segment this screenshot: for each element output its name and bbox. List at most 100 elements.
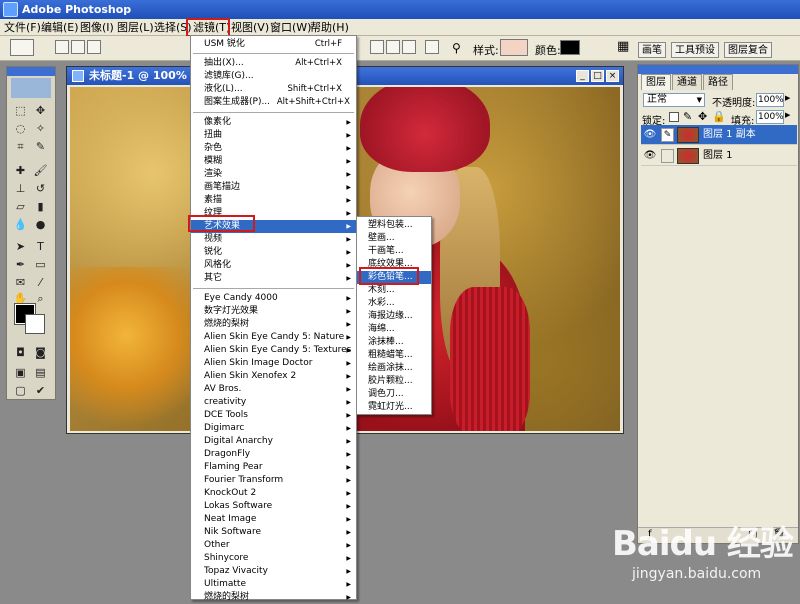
menu-item-plugin[interactable]: KnockOut 2 ▶ (191, 487, 356, 500)
palette-icon[interactable]: ▦ (617, 39, 629, 54)
tab-layers[interactable]: 图层 (641, 74, 671, 90)
menu-item-plugin[interactable]: Alien Skin Eye Candy 5: Nature ▶ (191, 331, 356, 344)
menu-item-plugin[interactable]: AV Bros. ▶ (191, 383, 356, 396)
submenu-item[interactable]: 胶片颗粒... (357, 375, 431, 388)
magic-wand-icon[interactable]: ✧ (31, 119, 50, 138)
submenu-item[interactable]: 壁画... (357, 232, 431, 245)
submenu-item[interactable]: 海报边缘... (357, 310, 431, 323)
healing-brush-icon[interactable]: ✚ (11, 161, 30, 180)
tab-brushes[interactable]: 画笔 (638, 42, 666, 58)
menu-item-category[interactable]: 视频 ▶ (191, 233, 356, 246)
menu-item-plugin[interactable]: Neat Image ▶ (191, 513, 356, 526)
shape-ellipse-icon[interactable] (402, 40, 416, 54)
stamp-icon[interactable]: ⊥ (11, 179, 30, 198)
dodge-icon[interactable]: ● (31, 215, 50, 234)
eye-icon[interactable]: 👁 (643, 149, 657, 163)
menu-item-category[interactable]: 风格化 ▶ (191, 259, 356, 272)
menu-item-filter-gallery[interactable]: 滤镜库(G)... (191, 70, 356, 83)
fill-arrow-icon[interactable]: ▶ (785, 111, 790, 119)
layer-row-copy[interactable]: 👁 ✎ 图层 1 副本 (641, 125, 797, 145)
feather-logo-icon[interactable] (11, 78, 51, 98)
opacity-arrow-icon[interactable]: ▶ (785, 94, 790, 102)
menu-item-plugin[interactable]: Alien Skin Image Doctor ▶ (191, 357, 356, 370)
menu-item-plugin[interactable]: Alien Skin Eye Candy 5: Textures ▶ (191, 344, 356, 357)
menu-layer[interactable]: 图层(L) (117, 20, 154, 35)
menu-image[interactable]: 图像(I) (80, 20, 114, 35)
submenu-item[interactable]: 水彩... (357, 297, 431, 310)
menu-item-plugin[interactable]: DCE Tools ▶ (191, 409, 356, 422)
eraser-icon[interactable]: ▱ (11, 197, 30, 216)
menu-item-plugin[interactable]: Fourier Transform ▶ (191, 474, 356, 487)
menu-edit[interactable]: 编辑(E) (41, 20, 79, 35)
menu-item-category[interactable]: 素描 ▶ (191, 194, 356, 207)
menu-item-category[interactable]: 画笔描边 ▶ (191, 181, 356, 194)
slice-icon[interactable]: ✎ (31, 137, 50, 156)
menu-item-category[interactable]: 扭曲 ▶ (191, 129, 356, 142)
layer-row-1[interactable]: 👁 图层 1 (641, 146, 797, 166)
fill-input[interactable]: 100% (756, 110, 784, 124)
menu-item-plugin[interactable]: Flaming Pear ▶ (191, 461, 356, 474)
screen-mode-icon[interactable]: ▣ (11, 363, 30, 382)
lock-transparent-icon[interactable] (669, 112, 679, 122)
menu-item-plugin[interactable]: Nik Software ▶ (191, 526, 356, 539)
style-picker[interactable] (500, 39, 528, 56)
marquee-icon[interactable]: ⬚ (11, 101, 30, 120)
lock-paint-icon[interactable]: ✎ (683, 110, 692, 123)
subtract-selection-icon[interactable] (87, 40, 101, 54)
menu-item-liquify[interactable]: 液化(L)... Shift+Ctrl+X (191, 83, 356, 96)
menu-item-category[interactable]: 像素化 ▶ (191, 116, 356, 129)
pen-icon[interactable]: ✒ (11, 255, 30, 274)
new-selection-icon[interactable] (55, 40, 69, 54)
menu-help[interactable]: 帮助(H) (310, 20, 349, 35)
tab-tool-presets[interactable]: 工具预设 (671, 42, 719, 58)
minimize-icon[interactable]: _ (576, 70, 589, 82)
menu-item-plugin[interactable]: Ultimatte ▶ (191, 578, 356, 591)
menu-item-extract[interactable]: 抽出(X)... Alt+Ctrl+X (191, 57, 356, 70)
color-swatch[interactable] (560, 40, 580, 55)
move-icon[interactable]: ✥ (31, 101, 50, 120)
submenu-item[interactable]: 涂抹棒... (357, 336, 431, 349)
submenu-item[interactable]: 调色刀... (357, 388, 431, 401)
menu-item-plugin[interactable]: 数字灯光效果 ▶ (191, 305, 356, 318)
tab-paths[interactable]: 路径 (703, 74, 733, 90)
close-icon[interactable]: × (606, 70, 619, 82)
menu-item-usm-sharpen[interactable]: USM 锐化 Ctrl+F (191, 38, 356, 51)
full-screen-icon[interactable]: ▤ (31, 363, 50, 382)
submenu-item[interactable]: 木刻... (357, 284, 431, 297)
opacity-input[interactable]: 100% (756, 93, 784, 107)
menu-item-category[interactable]: 锐化 ▶ (191, 246, 356, 259)
imageready-icon[interactable]: ✔ (31, 381, 50, 400)
submenu-item[interactable]: 海绵... (357, 323, 431, 336)
submenu-item[interactable]: 粗糙蜡笔... (357, 349, 431, 362)
menu-file[interactable]: 文件(F) (4, 20, 41, 35)
blend-mode-select[interactable]: 正常 ▼ (643, 93, 705, 107)
maximize-icon[interactable]: □ (591, 70, 604, 82)
path-select-icon[interactable]: ➤ (11, 237, 30, 256)
lasso-icon[interactable]: ◌ (11, 119, 30, 138)
eye-icon[interactable]: 👁 (643, 128, 657, 142)
lock-move-icon[interactable]: ✥ (698, 110, 707, 123)
menu-item-plugin[interactable]: Digital Anarchy ▶ (191, 435, 356, 448)
menu-item-plugin[interactable]: Lokas Software ▶ (191, 500, 356, 513)
history-brush-icon[interactable]: ↺ (31, 179, 50, 198)
crop-icon[interactable]: ⌗ (11, 137, 30, 156)
menu-view[interactable]: 视图(V) (231, 20, 269, 35)
menu-item-plugin[interactable]: DragonFly ▶ (191, 448, 356, 461)
jump-to-icon[interactable]: ▢ (11, 381, 30, 400)
background-color-swatch[interactable] (25, 314, 45, 334)
submenu-item[interactable]: 干画笔... (357, 245, 431, 258)
menu-item-plugin[interactable]: Eye Candy 4000 ▶ (191, 292, 356, 305)
menu-item-pattern-maker[interactable]: 图案生成器(P)... Alt+Shift+Ctrl+X (191, 96, 356, 109)
brush-icon[interactable]: 🖌 (31, 161, 50, 180)
menu-item-category[interactable]: 其它 ▶ (191, 272, 356, 285)
blur-icon[interactable]: 💧 (11, 215, 30, 234)
menu-item-category[interactable]: 渲染 ▶ (191, 168, 356, 181)
submenu-item[interactable]: 霓虹灯光... (357, 401, 431, 414)
lock-all-icon[interactable]: 🔒 (712, 110, 726, 123)
menu-item-plugin[interactable]: Digimarc ▶ (191, 422, 356, 435)
menu-item-plugin[interactable]: Other ▶ (191, 539, 356, 552)
link-icon[interactable]: ⚲ (452, 41, 461, 55)
link-slot-icon[interactable] (661, 149, 674, 163)
tool-preset-picker[interactable] (10, 39, 34, 56)
tab-layer-comps[interactable]: 图层复合 (724, 42, 772, 58)
